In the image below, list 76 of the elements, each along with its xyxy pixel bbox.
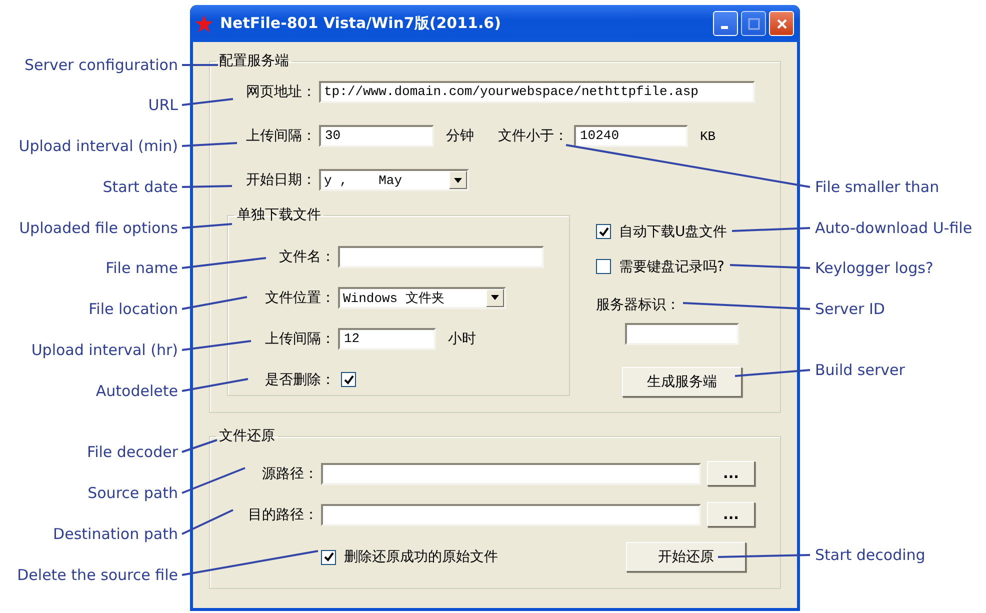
field-label: 服务器标识： <box>596 296 680 314</box>
callout-label: Server configuration <box>24 56 178 74</box>
leader-line <box>182 223 232 229</box>
leader-line <box>182 509 234 535</box>
callout-label: Source path <box>88 484 178 502</box>
field-label: 文件小于： <box>498 127 568 145</box>
callout-label: File decoder <box>87 443 178 461</box>
callout-label: Start decoding <box>815 546 926 564</box>
unit-label: 分钟 <box>446 127 474 145</box>
path-field[interactable] <box>321 462 701 484</box>
callout-label: File smaller than <box>815 178 940 196</box>
callout-label: Uploaded file options <box>19 219 178 237</box>
leader-line <box>182 340 252 351</box>
field-label: 上传间隔： <box>245 127 317 145</box>
leader-line <box>182 467 246 494</box>
field-label: 文件名： <box>278 248 336 266</box>
field-label: 网页地址： <box>245 83 317 101</box>
field-label: 文件位置： <box>264 288 336 306</box>
leader-line <box>182 142 238 147</box>
maximize-icon <box>748 18 760 30</box>
input-field[interactable]: 10240 <box>574 125 688 147</box>
callout-label: Autodelete <box>96 382 178 400</box>
maximize-button[interactable] <box>741 11 766 36</box>
group-title: 文件还原 <box>218 427 276 445</box>
start-decoding-button[interactable]: 开始还原 <box>626 542 746 572</box>
input-field[interactable]: 12 <box>338 328 436 350</box>
group-title: 配置服务端 <box>218 52 290 70</box>
leader-line <box>182 439 218 453</box>
field-label: 开始日期： <box>245 171 317 189</box>
leader-line <box>182 64 218 66</box>
browse-button[interactable]: ... <box>707 502 755 527</box>
checkbox-label: 自动下载U盘文件 <box>619 222 728 240</box>
field-label: 上传间隔： <box>264 330 336 348</box>
field-label: 是否删除： <box>264 370 336 388</box>
checkbox-label: 删除还原成功的原始文件 <box>344 548 498 566</box>
callout-label: Upload interval (hr) <box>31 341 178 359</box>
checkbox[interactable] <box>596 259 611 274</box>
leader-line <box>182 296 248 310</box>
unit-label: KB <box>700 128 716 144</box>
callout-label: File name <box>106 259 178 277</box>
callout-label: Auto-download U-file <box>815 219 972 237</box>
callout-label: Delete the source file <box>17 566 178 584</box>
group-title: 单独下载文件 <box>236 206 322 224</box>
callout-label: Start date <box>102 178 178 196</box>
field-label: 目的路径： <box>247 506 319 524</box>
path-field[interactable] <box>321 504 701 526</box>
location-dropdown[interactable]: Windows 文件夹 <box>338 286 506 308</box>
checkbox-label: 需要键盘记录吗? <box>619 258 724 276</box>
callout-label: Destination path <box>53 525 178 543</box>
minimize-button[interactable] <box>713 11 738 36</box>
checkbox[interactable] <box>321 550 336 564</box>
callout-label: Keylogger logs? <box>815 259 934 277</box>
leader-line <box>182 185 232 188</box>
callout-label: URL <box>148 96 178 114</box>
input-field[interactable] <box>625 323 739 345</box>
url-field[interactable]: tp://www.domain.com/yourwebspace/nethttpfile.asp <box>319 81 755 103</box>
unit-label: 小时 <box>448 330 476 348</box>
checkbox[interactable] <box>341 372 356 387</box>
leader-line <box>182 98 234 106</box>
callout-label: Server ID <box>815 300 885 318</box>
browse-button[interactable]: ... <box>707 461 755 486</box>
input-field[interactable] <box>338 246 544 268</box>
callout-label: Upload interval (min) <box>18 137 178 155</box>
close-icon <box>776 18 788 30</box>
checkbox[interactable] <box>596 224 611 239</box>
build-server-button[interactable]: 生成服务端 <box>622 367 742 397</box>
field-label: 源路径： <box>261 464 319 482</box>
star-icon <box>194 14 214 34</box>
close-button[interactable] <box>769 11 794 36</box>
callout-label: Build server <box>815 361 905 379</box>
callout-label: File location <box>88 300 178 318</box>
minimize-icon <box>720 26 728 29</box>
window-title: NetFile-801 Vista/Win7版(2011.6) <box>220 14 502 33</box>
input-field[interactable]: 30 <box>319 125 434 147</box>
date-dropdown[interactable]: y , May <box>319 169 469 191</box>
leader-line <box>182 378 248 392</box>
